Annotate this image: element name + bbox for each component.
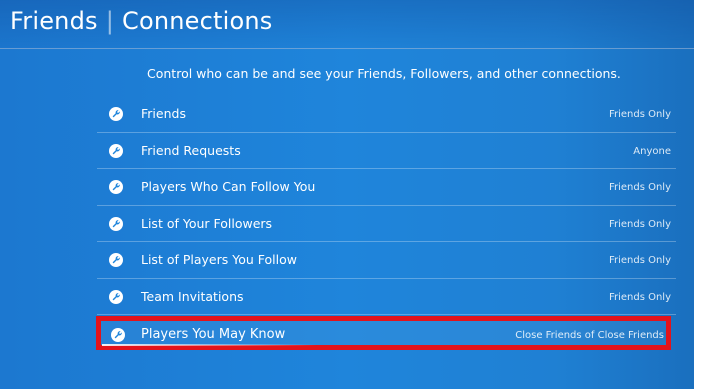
settings-row-players-you-may-know[interactable]: Players You May Know Close Friends of Cl… bbox=[96, 316, 671, 350]
title-connections: Connections bbox=[122, 7, 273, 35]
setting-value: Close Friends of Close Friends bbox=[515, 330, 664, 341]
wrench-icon bbox=[109, 253, 123, 267]
wrench-icon bbox=[109, 180, 123, 194]
wrench-icon bbox=[109, 143, 123, 158]
setting-value: Friends Only bbox=[608, 291, 671, 303]
title-separator: | bbox=[105, 7, 115, 35]
wrench-icon bbox=[109, 289, 123, 304]
wrench-icon bbox=[109, 107, 123, 121]
settings-list: Friends Friends Only Friend Requests Any… bbox=[96, 96, 676, 350]
focus-indicator bbox=[102, 344, 317, 346]
settings-row-friends[interactable]: Friends Friends Only bbox=[97, 96, 676, 133]
settings-row-friend-requests[interactable]: Friend Requests Anyone bbox=[97, 133, 676, 169]
settings-row-list-of-your-followers[interactable]: List of Your Followers Friends Only bbox=[97, 206, 676, 242]
settings-screen: Friends | Connections Control who can be… bbox=[0, 0, 694, 389]
header-bar: Friends | Connections bbox=[0, 0, 694, 49]
setting-label: List of Your Followers bbox=[141, 215, 273, 231]
setting-label: Players Who Can Follow You bbox=[141, 179, 316, 194]
wrench-icon bbox=[111, 328, 125, 342]
settings-row-team-invitations[interactable]: Team Invitations Friends Only bbox=[97, 279, 676, 315]
frame-edge bbox=[694, 0, 706, 389]
setting-value: Friends Only bbox=[608, 109, 671, 120]
setting-value: Friends Only bbox=[608, 182, 671, 193]
settings-row-players-who-can-follow-you[interactable]: Players Who Can Follow You Friends Only bbox=[97, 169, 676, 206]
setting-label: Friends bbox=[141, 106, 186, 121]
wrench-icon bbox=[109, 216, 123, 231]
setting-value: Anyone bbox=[633, 145, 671, 157]
setting-value: Friends Only bbox=[608, 255, 671, 266]
setting-label: Players You May Know bbox=[141, 327, 286, 342]
page-description: Control who can be and see your Friends,… bbox=[147, 66, 621, 81]
settings-row-list-of-players-you-follow[interactable]: List of Players You Follow Friends Only bbox=[97, 242, 676, 279]
setting-label: List of Players You Follow bbox=[141, 252, 297, 267]
setting-label: Team Invitations bbox=[141, 288, 244, 304]
setting-value: Friends Only bbox=[608, 218, 671, 230]
setting-label: Friend Requests bbox=[141, 142, 241, 158]
page-title: Friends | Connections bbox=[10, 7, 273, 35]
title-friends: Friends bbox=[10, 7, 98, 35]
